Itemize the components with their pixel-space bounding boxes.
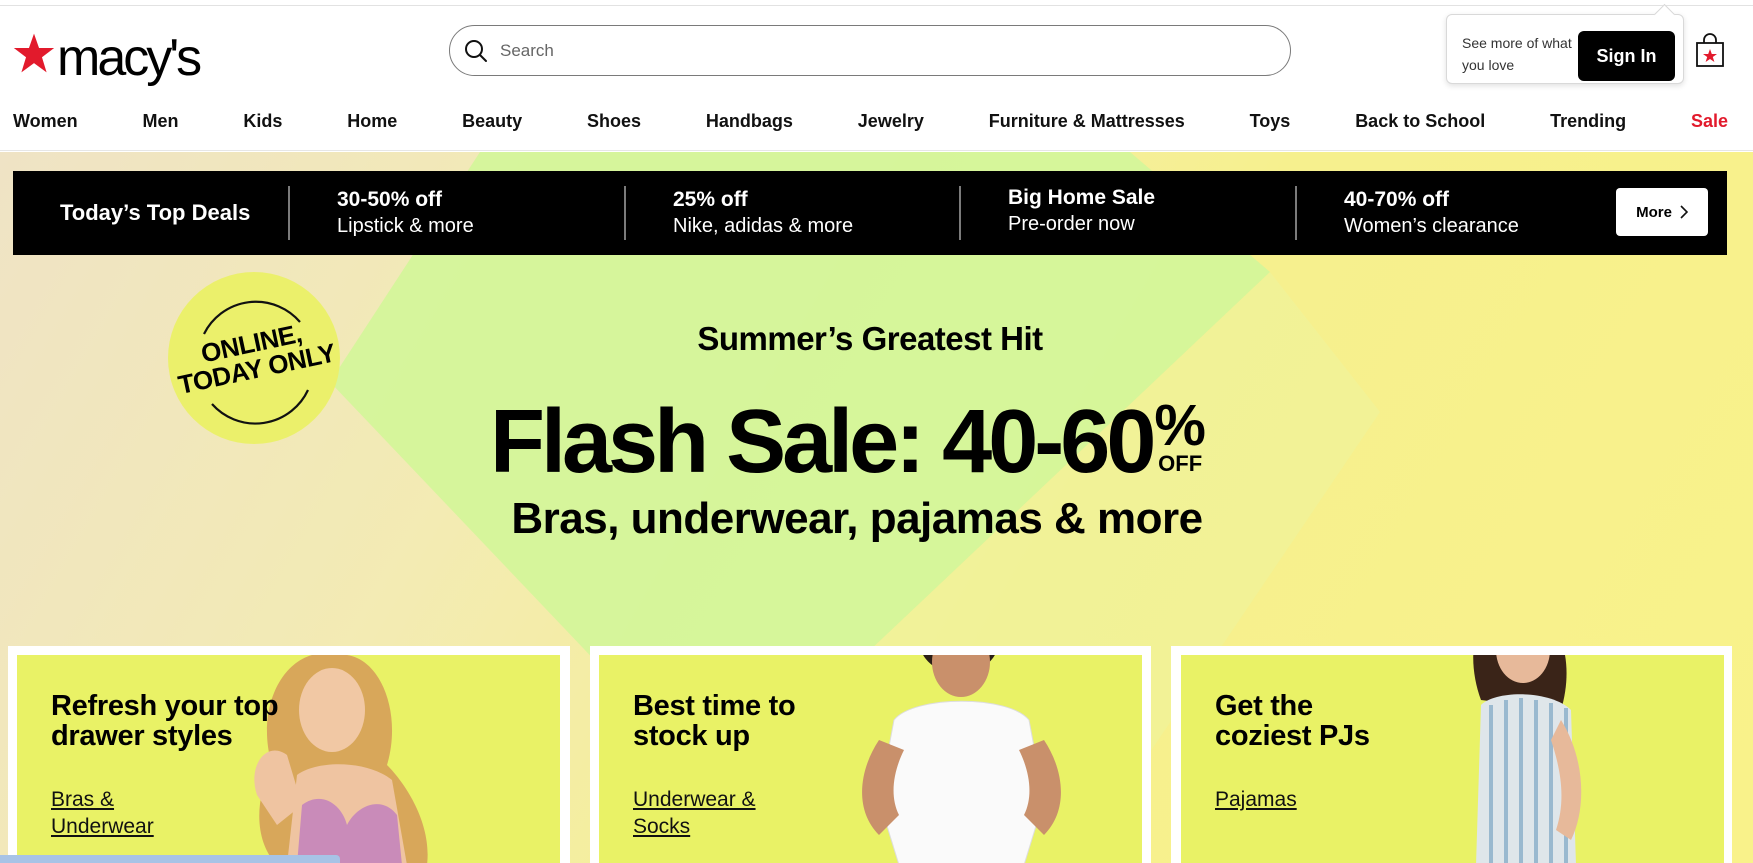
deal-item[interactable]: Big Home Sale Pre-order now xyxy=(1008,185,1155,237)
deal-item[interactable]: 40-70% off Women’s clearance xyxy=(1344,187,1519,239)
signin-prompt: See more of what you love xyxy=(1462,35,1572,73)
site-header: macy's See more of what you love Sign In… xyxy=(0,6,1753,151)
deal-subtext: Pre-order now xyxy=(1008,213,1135,235)
divider xyxy=(288,186,290,240)
promo-card-bras[interactable]: Refresh your top drawer styles Bras & Un… xyxy=(17,655,560,863)
nav-item-men[interactable]: Men xyxy=(143,111,179,132)
search-input[interactable] xyxy=(500,40,1260,61)
percent-sign: % xyxy=(1154,393,1206,458)
promo-title: Refresh your top drawer styles xyxy=(51,690,279,752)
model-photo xyxy=(1473,655,1582,863)
promo-card-underwear[interactable]: Best time to stock up Underwear & Socks xyxy=(599,655,1142,863)
macys-logo[interactable]: macy's xyxy=(13,24,202,87)
promo-link[interactable]: Bras & Underwear xyxy=(51,786,181,840)
nav-item-women[interactable]: Women xyxy=(13,111,78,132)
deal-subtext: Lipstick & more xyxy=(337,215,474,237)
divider xyxy=(959,186,961,240)
deal-item[interactable]: 25% off Nike, adidas & more xyxy=(673,187,853,239)
logo-wordmark: macy's xyxy=(57,29,202,87)
hero-eyebrow: Summer’s Greatest Hit xyxy=(697,320,1043,357)
nav-item-sale[interactable]: Sale xyxy=(1691,111,1728,132)
more-button-label: More xyxy=(1636,203,1672,221)
nav-item-handbags[interactable]: Handbags xyxy=(706,111,793,132)
nav-item-shoes[interactable]: Shoes xyxy=(587,111,641,132)
promo-link[interactable]: Underwear & Socks xyxy=(633,786,763,840)
online-today-only-badge: ONLINE, TODAY ONLY xyxy=(168,272,340,444)
more-deals-button[interactable]: More xyxy=(1616,188,1708,236)
hero-headline[interactable]: Flash Sale: 40-60 % OFF xyxy=(490,392,1206,492)
model-photo xyxy=(862,655,1061,863)
shopping-bag-icon[interactable] xyxy=(1695,32,1725,68)
top-deals-bar: Today’s Top Deals 30-50% off Lipstick & … xyxy=(13,171,1727,255)
deals-title: Today’s Top Deals xyxy=(60,200,251,225)
deal-subtext: Nike, adidas & more xyxy=(673,215,854,237)
nav-item-toys[interactable]: Toys xyxy=(1250,111,1291,132)
hero-banner: Today’s Top Deals 30-50% off Lipstick & … xyxy=(0,152,1753,863)
promo-link[interactable]: Pajamas xyxy=(1215,786,1345,813)
deal-headline: 25% off xyxy=(673,188,748,211)
promo-title: Get the coziest PJs xyxy=(1215,690,1370,752)
sign-in-button[interactable]: Sign In xyxy=(1578,31,1675,81)
hero-subhead: Bras, underwear, pajamas & more xyxy=(511,494,1203,543)
search-icon[interactable] xyxy=(464,39,488,63)
model-photo xyxy=(254,655,428,863)
nav-item-home[interactable]: Home xyxy=(347,111,397,132)
nav-item-beauty[interactable]: Beauty xyxy=(462,111,522,132)
deal-headline: 40-70% off xyxy=(1344,188,1450,211)
signin-popover: See more of what you love Sign In xyxy=(1446,14,1684,84)
headline-text: Flash Sale: 40-60 xyxy=(490,392,1156,492)
deal-headline: Big Home Sale xyxy=(1008,186,1156,209)
star-icon xyxy=(13,33,55,73)
main-nav: Women Men Kids Home Beauty Shoes Handbag… xyxy=(13,106,1728,136)
off-label: OFF xyxy=(1158,451,1203,476)
nav-item-kids[interactable]: Kids xyxy=(243,111,282,132)
search-bar[interactable] xyxy=(449,25,1291,76)
deal-headline: 30-50% off xyxy=(337,188,443,211)
nav-item-furniture[interactable]: Furniture & Mattresses xyxy=(989,111,1185,132)
browser-status-bar xyxy=(0,855,340,863)
nav-item-trending[interactable]: Trending xyxy=(1550,111,1626,132)
deal-item[interactable]: 30-50% off Lipstick & more xyxy=(337,187,474,239)
promo-title: Best time to stock up xyxy=(633,690,796,752)
divider xyxy=(1295,186,1297,240)
chevron-right-icon xyxy=(1680,205,1688,219)
percent-off-mark: % OFF xyxy=(1154,392,1206,476)
divider xyxy=(624,186,626,240)
nav-item-jewelry[interactable]: Jewelry xyxy=(858,111,924,132)
promo-card-pajamas[interactable]: Get the coziest PJs Pajamas xyxy=(1181,655,1724,863)
nav-item-back-to-school[interactable]: Back to School xyxy=(1355,111,1485,132)
deal-subtext: Women’s clearance xyxy=(1344,215,1519,237)
